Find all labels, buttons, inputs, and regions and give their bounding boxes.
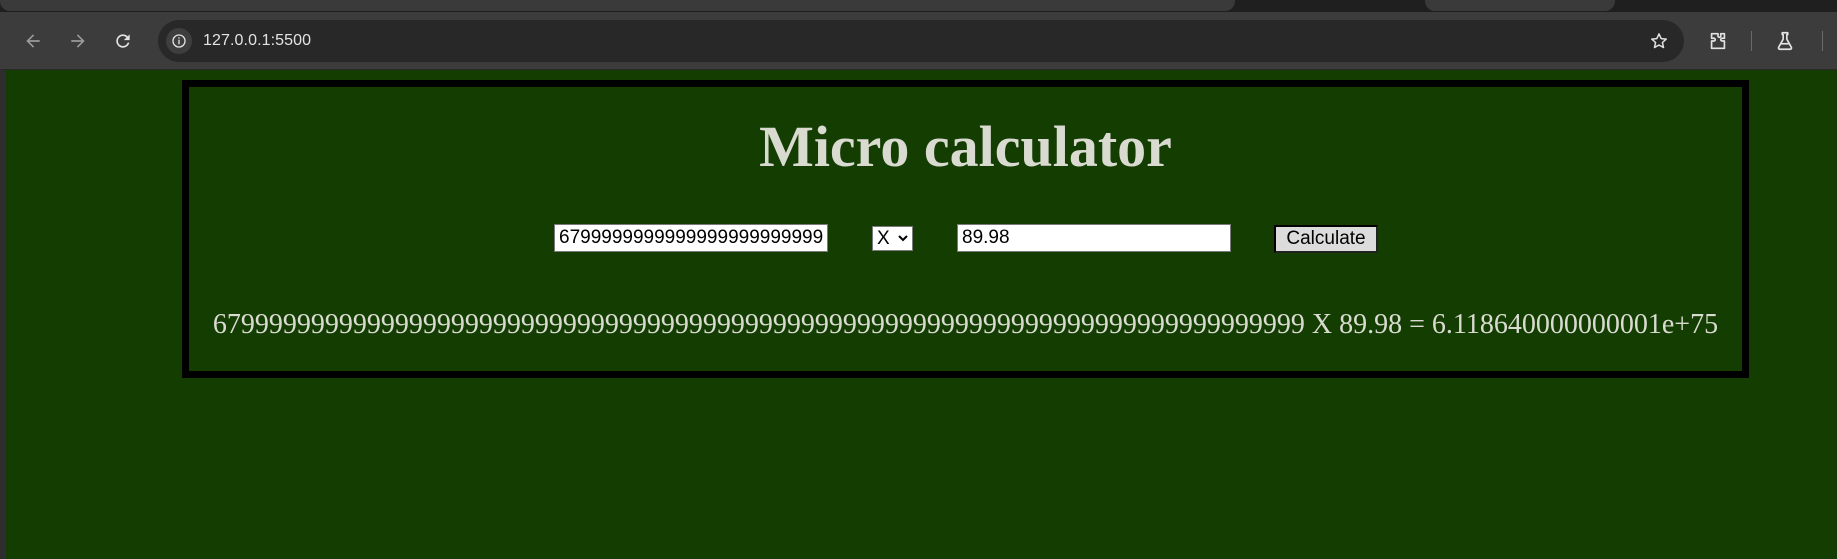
calculate-button[interactable]: Calculate: [1274, 225, 1378, 253]
arrow-left-icon: [26, 34, 40, 48]
reload-icon: [116, 34, 130, 48]
site-info-icon: [172, 34, 186, 48]
toolbar-divider: [1751, 31, 1752, 51]
forward-button[interactable]: [64, 27, 92, 55]
operator-select[interactable]: X: [872, 226, 913, 251]
back-button[interactable]: [19, 27, 47, 55]
site-info-button[interactable]: [166, 28, 192, 54]
second-number-input[interactable]: [957, 224, 1231, 252]
star-icon: [1651, 33, 1667, 49]
calculator-panel: Micro calculator X Calculate 67999999999…: [182, 80, 1749, 378]
puzzle-icon: [1710, 32, 1726, 50]
inactive-tab-edge[interactable]: [1425, 0, 1615, 11]
url-text[interactable]: 127.0.0.1:5500: [203, 32, 311, 50]
chevron-down-icon: [898, 235, 908, 242]
result-text: 6799999999999999999999999999999999999999…: [212, 309, 1719, 340]
arrow-right-icon: [71, 34, 85, 48]
bookmark-button[interactable]: [1648, 30, 1670, 52]
reload-button[interactable]: [109, 27, 137, 55]
active-tab-edge[interactable]: [0, 0, 1235, 11]
operator-value: X: [877, 227, 890, 249]
labs-button[interactable]: [1772, 28, 1798, 54]
browser-toolbar: 127.0.0.1:5500: [0, 12, 1837, 70]
toolbar-divider-right: [1822, 31, 1823, 51]
extensions-button[interactable]: [1705, 28, 1731, 54]
first-number-input[interactable]: [554, 224, 828, 252]
flask-icon: [1777, 31, 1793, 51]
page-title: Micro calculator: [759, 114, 1172, 179]
address-bar[interactable]: 127.0.0.1:5500: [158, 20, 1684, 62]
tab-strip: [0, 0, 1837, 12]
page-left-edge: [0, 70, 6, 559]
